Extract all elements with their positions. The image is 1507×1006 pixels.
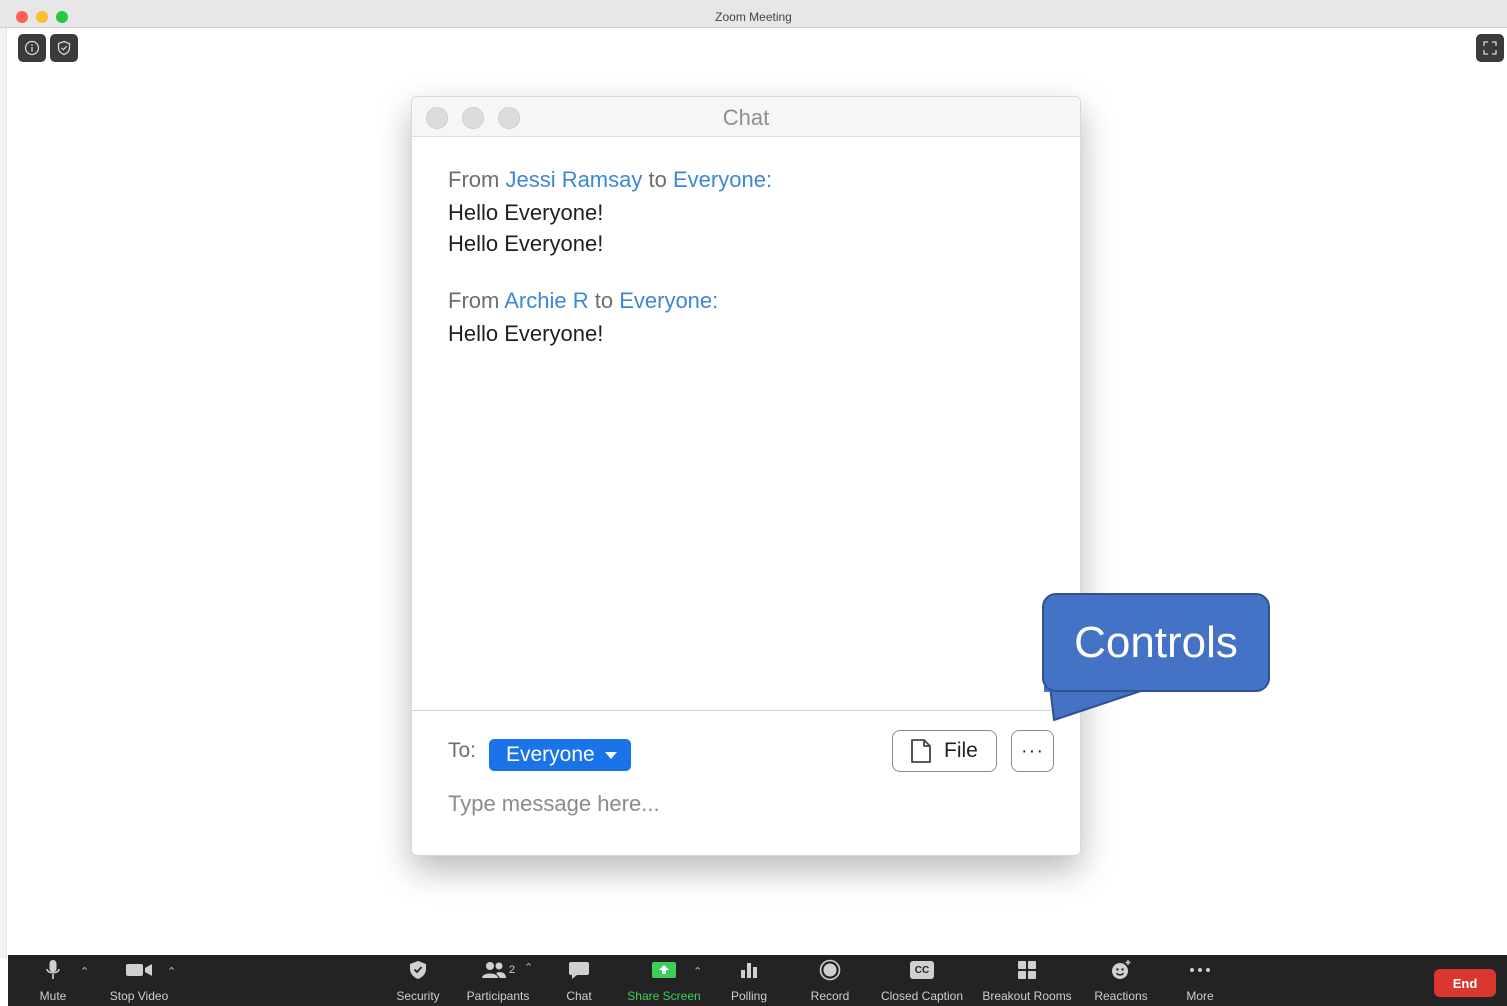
stop-video-button[interactable]: Stop Video [106,955,172,1006]
window-title: Zoom Meeting [715,10,792,24]
chat-message: From Archie R to Everyone: Hello Everyon… [448,284,718,349]
to-label: To: [448,739,477,762]
header-colon: : [712,288,719,313]
sender-name[interactable]: Archie R [504,288,588,313]
breakout-rooms-button[interactable]: Breakout Rooms [981,955,1073,1006]
chat-button[interactable]: Chat [558,955,600,1006]
chat-title: Chat [722,105,770,130]
toolbar-label: Chat [566,989,592,1003]
chevron-up-icon[interactable]: ⌃ [80,965,89,978]
toolbar-label: Polling [730,989,768,1003]
message-header: From Jessi Ramsay to Everyone: [448,163,772,197]
polling-button[interactable]: Polling [726,955,772,1006]
meeting-info-button[interactable] [18,34,46,62]
fullscreen-button[interactable] [1476,34,1504,62]
security-button[interactable]: Security [391,955,445,1006]
toolbar-label: More [1186,989,1214,1003]
zoom-meeting-window: Zoom Meeting Chat From Jessi Ramsay to E… [0,0,1507,1006]
end-meeting-button[interactable]: End [1434,969,1496,997]
toolbar-label: Record [810,989,850,1003]
cc-icon: CC [910,955,934,985]
reactions-button[interactable]: Reactions [1091,955,1151,1006]
breakout-rooms-icon [1017,955,1037,985]
share-screen-button[interactable]: Share Screen [624,955,704,1006]
more-button[interactable]: More [1180,955,1220,1006]
sender-name[interactable]: Jessi Ramsay [505,167,642,192]
controls-callout: Controls [1042,593,1270,692]
recipient-dropdown-value: Everyone [506,743,595,766]
file-button[interactable]: File [892,730,997,772]
toolbar-label: Breakout Rooms [982,989,1072,1003]
message-text: Hello Everyone! [448,231,604,256]
mute-button[interactable]: Mute [35,955,71,1006]
closed-caption-button[interactable]: CC Closed Caption [878,955,966,1006]
chat-more-options-button[interactable]: ··· [1011,730,1054,772]
file-icon [911,739,931,763]
callout-text: Controls [1074,617,1238,667]
chevron-up-icon[interactable]: ⌃ [167,965,176,978]
caret-down-icon [604,751,617,759]
share-screen-icon [651,955,677,985]
more-dots-icon [1189,955,1211,985]
encryption-shield-button[interactable] [50,34,78,62]
from-label: From [448,167,500,192]
bar-chart-icon [739,955,759,985]
recipient-dropdown[interactable]: Everyone [489,739,631,771]
meeting-toolbar: Mute ⌃ Stop Video ⌃ Security 2 Participa… [8,955,1507,1006]
chat-window: Chat From Jessi Ramsay to Everyone: Hell… [411,96,1081,856]
toolbar-label: Reactions [1094,989,1148,1003]
chevron-up-icon[interactable]: ⌃ [693,965,702,978]
chevron-up-icon[interactable]: ⌃ [524,961,533,974]
chat-message: From Jessi Ramsay to Everyone: Hello Eve… [448,163,772,259]
message-text: Hello Everyone! [448,200,604,225]
toolbar-label: Stop Video [109,989,169,1003]
chat-titlebar: Chat [412,97,1080,137]
recipient-name[interactable]: Everyone [673,167,766,192]
window-titlebar: Zoom Meeting [0,0,1507,28]
shield-icon [409,955,427,985]
info-icon [24,40,40,56]
callout-pointer [1044,686,1145,721]
recipient-name[interactable]: Everyone [619,288,712,313]
message-input[interactable] [448,785,1048,823]
message-text: Hello Everyone! [448,321,604,346]
file-button-label: File [944,739,978,762]
header-colon: : [765,167,773,192]
from-label: From [448,288,500,313]
record-icon [819,955,841,985]
window-edge [0,28,7,958]
emoji-icon [1110,955,1132,985]
to-word: to [648,167,667,192]
toolbar-label: Closed Caption [880,989,964,1003]
chat-bubble-icon [568,955,590,985]
toolbar-label: Mute [39,989,67,1003]
microphone-icon [45,955,61,985]
chat-divider [412,710,1080,711]
fullscreen-icon [1483,41,1497,55]
toolbar-label: Participants [466,989,530,1003]
participants-icon: 2 [481,955,515,985]
video-camera-icon [125,955,153,985]
toolbar-label: Share Screen [627,989,701,1003]
toolbar-label: Security [396,989,440,1003]
record-button[interactable]: Record [808,955,852,1006]
participants-count: 2 [508,964,516,976]
participants-button[interactable]: 2 Participants [463,955,533,1006]
message-header: From Archie R to Everyone: [448,284,718,318]
to-word: to [594,288,614,313]
shield-check-icon [57,40,71,56]
